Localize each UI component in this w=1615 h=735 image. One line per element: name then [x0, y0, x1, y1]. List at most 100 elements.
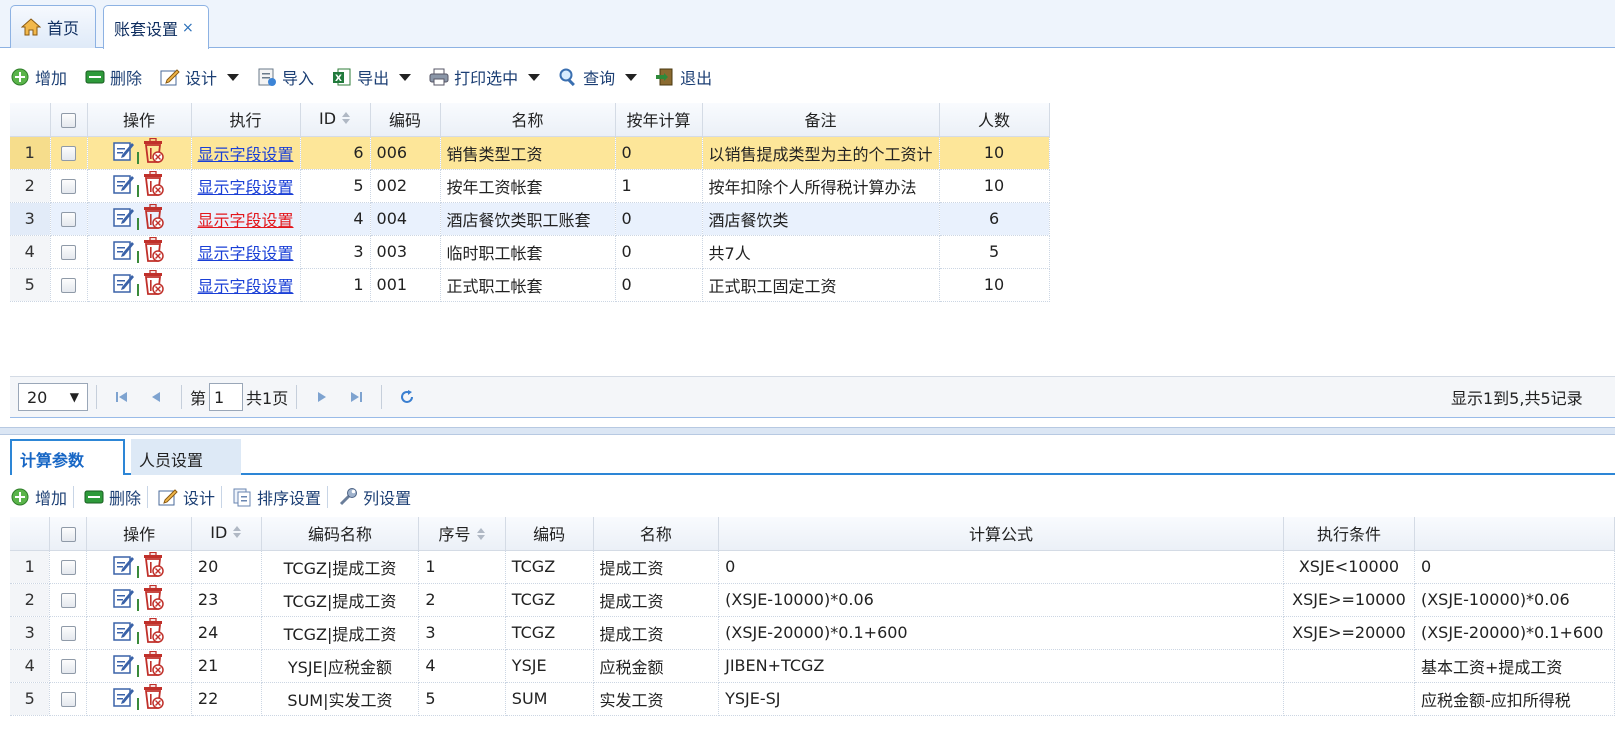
last-page-icon[interactable]	[343, 384, 369, 410]
delete-bin-icon[interactable]	[141, 584, 165, 615]
edit-icon[interactable]	[113, 140, 135, 166]
table-row[interactable]: 4 21 YSJE|应税金额 4 YSJE 应税金额 JIBEN+TCGZ 基本工资+提成工资	[10, 649, 1615, 683]
edit-icon[interactable]	[113, 620, 135, 646]
prev-page-icon[interactable]	[143, 384, 169, 410]
print-selected-button[interactable]: 打印选中	[429, 65, 541, 89]
row-checkbox-cell[interactable]	[50, 268, 88, 302]
table-row[interactable]: 2 显示字段设置 5 002 按年工资帐套 1 按年扣除个人所得税计算办法 10	[10, 169, 1050, 203]
chevron-down-icon[interactable]	[227, 73, 240, 81]
design-button[interactable]: 设计	[160, 65, 240, 89]
delete-bin-icon[interactable]	[141, 137, 165, 168]
table-row[interactable]: 5 22 SUM|实发工资 5 SUM 实发工资 YSJE-SJ 应税金额-应扣所得税	[10, 682, 1615, 716]
detail-add-button[interactable]: 增加	[10, 485, 67, 509]
edit-icon[interactable]	[113, 173, 135, 199]
tab-calc-params[interactable]: 计算参数	[10, 439, 125, 475]
pager-divider	[296, 385, 298, 409]
refresh-icon[interactable]	[394, 384, 420, 410]
tab-home-label: 首页	[47, 19, 80, 38]
row-checkbox-cell[interactable]	[49, 649, 88, 683]
show-field-settings-link[interactable]: 显示字段设置	[198, 277, 294, 296]
import-button[interactable]: 导入	[257, 65, 314, 89]
table-row[interactable]: 3 显示字段设置 4 004 酒店餐饮类职工账套 0 酒店餐饮类 6	[10, 202, 1050, 236]
edit-icon[interactable]	[113, 239, 135, 265]
detail-design-button[interactable]: 设计	[158, 485, 215, 509]
header-id[interactable]: ID	[300, 103, 371, 137]
row-checkbox-cell[interactable]	[49, 583, 88, 617]
show-field-settings-link[interactable]: 显示字段设置	[198, 178, 294, 197]
row-checkbox-cell[interactable]	[50, 202, 88, 236]
delete-bin-icon[interactable]	[141, 269, 165, 300]
row-checkbox[interactable]	[61, 146, 76, 161]
table-row[interactable]: 1 显示字段设置 6 006 销售类型工资 0 以销售提成类型为主的个工资计 10	[10, 136, 1050, 170]
delete-bin-icon[interactable]	[141, 650, 165, 681]
row-checkbox-cell[interactable]	[49, 550, 88, 584]
column-settings-label: 列设置	[363, 489, 412, 508]
table-row[interactable]: 5 显示字段设置 1 001 正式职工帐套 0 正式职工固定工资 10	[10, 268, 1050, 302]
table-row[interactable]: 2 23 TCGZ|提成工资 2 TCGZ 提成工资 (XSJE-10000)*0.06 XS…	[10, 583, 1615, 617]
edit-icon[interactable]	[113, 206, 135, 232]
show-field-settings-link[interactable]: 显示字段设置	[198, 145, 294, 164]
detail-delete-button[interactable]: 删除	[84, 485, 141, 509]
row-checkbox[interactable]	[60, 593, 76, 608]
action-divider	[137, 631, 140, 644]
row-checkbox-cell[interactable]	[49, 682, 88, 716]
delete-bin-icon[interactable]	[141, 683, 165, 714]
delete-bin-icon[interactable]	[141, 236, 165, 267]
header-checkbox[interactable]	[50, 103, 88, 137]
delete-bin-icon[interactable]	[141, 203, 165, 234]
sort-icon[interactable]	[341, 110, 351, 129]
edit-icon[interactable]	[113, 554, 135, 580]
row-checkbox[interactable]	[60, 692, 76, 707]
delete-bin-icon[interactable]	[141, 617, 165, 648]
seq-cell: 2	[418, 583, 506, 617]
column-settings-button[interactable]: 列设置	[338, 485, 411, 509]
show-field-settings-link[interactable]: 显示字段设置	[198, 244, 294, 263]
row-checkbox-cell[interactable]	[50, 235, 88, 269]
header-seq[interactable]: 序号	[418, 517, 506, 551]
edit-icon[interactable]	[113, 272, 135, 298]
sort-icon[interactable]	[476, 526, 486, 545]
select-all-checkbox[interactable]	[61, 112, 76, 128]
tab-home[interactable]: 首页	[10, 5, 96, 48]
delete-button[interactable]: 删除	[85, 65, 142, 89]
edit-icon[interactable]	[113, 686, 135, 712]
page-number-input[interactable]: 1	[209, 383, 244, 411]
row-checkbox-cell[interactable]	[50, 136, 88, 170]
edit-icon[interactable]	[113, 587, 135, 613]
first-page-icon[interactable]	[109, 384, 135, 410]
close-icon[interactable]: ×	[182, 20, 194, 36]
row-checkbox-cell[interactable]	[50, 169, 88, 203]
table-row[interactable]: 1 20 TCGZ|提成工资 1 TCGZ 提成工资 0 XSJE<10000 0	[10, 550, 1615, 584]
row-checkbox[interactable]	[61, 179, 76, 194]
tab-staff-settings[interactable]: 人员设置	[131, 439, 241, 475]
header-checkbox[interactable]	[49, 517, 88, 551]
export-button[interactable]: X 导出	[332, 65, 412, 89]
add-button[interactable]: 增加	[10, 65, 67, 89]
row-checkbox[interactable]	[60, 560, 76, 575]
table-row[interactable]: 3 24 TCGZ|提成工资 3 TCGZ 提成工资 (XSJE-20000)*0.1+60…	[10, 616, 1615, 650]
show-field-settings-link[interactable]: 显示字段设置	[198, 211, 294, 230]
row-checkbox[interactable]	[61, 278, 76, 293]
edit-icon[interactable]	[113, 653, 135, 679]
sort-icon[interactable]	[232, 524, 242, 543]
select-all-checkbox[interactable]	[60, 526, 76, 542]
row-checkbox[interactable]	[61, 245, 76, 260]
row-checkbox[interactable]	[60, 659, 76, 674]
delete-bin-icon[interactable]	[141, 551, 165, 582]
query-button[interactable]: 查询	[558, 65, 638, 89]
chevron-down-icon[interactable]	[625, 73, 638, 81]
tab-account-settings[interactable]: 账套设置 ×	[103, 5, 209, 49]
row-checkbox-cell[interactable]	[49, 616, 88, 650]
next-page-icon[interactable]	[309, 384, 335, 410]
delete-bin-icon[interactable]	[141, 170, 165, 201]
row-checkbox[interactable]	[61, 212, 76, 227]
chevron-down-icon[interactable]	[528, 73, 541, 81]
table-row[interactable]: 4 显示字段设置 3 003 临时职工帐套 0 共7人 5	[10, 235, 1050, 269]
exit-button[interactable]: 退出	[655, 65, 712, 89]
row-checkbox[interactable]	[60, 626, 76, 641]
sort-settings-button[interactable]: 排序设置	[232, 485, 321, 509]
chevron-down-icon[interactable]	[399, 73, 412, 81]
page-size-select[interactable]: 20 ▼	[18, 383, 88, 411]
header-id[interactable]: ID	[191, 517, 262, 551]
panel-splitter[interactable]	[0, 427, 1615, 435]
